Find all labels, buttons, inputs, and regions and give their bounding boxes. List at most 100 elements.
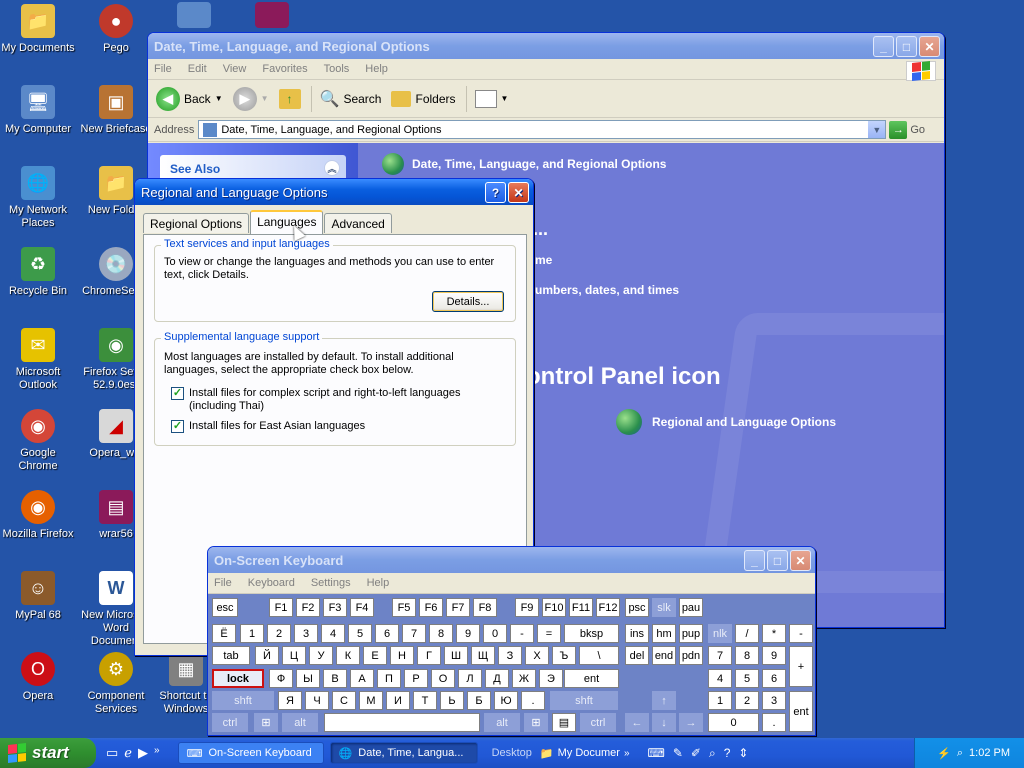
menu-help[interactable]: Help	[367, 577, 390, 589]
tab-languages[interactable]: Languages	[250, 210, 324, 234]
key-/[interactable]: /	[735, 624, 759, 643]
search-icon[interactable]: ⌕	[709, 746, 716, 761]
close-button[interactable]: ✕	[790, 550, 811, 571]
key-9[interactable]: 9	[456, 624, 480, 643]
my-documents-toolbar[interactable]: 📁 My Documer »	[540, 747, 630, 760]
key-lock[interactable]: lock	[212, 669, 264, 688]
key-ent[interactable]: ent	[789, 691, 813, 732]
menu-file[interactable]: File	[154, 63, 172, 75]
clock[interactable]: 1:02 PM	[969, 747, 1010, 759]
key-←[interactable]: ←	[625, 713, 649, 732]
key-pup[interactable]: pup	[679, 624, 703, 643]
desktop-icon-pego[interactable]: ● Pego	[78, 4, 154, 55]
key-О[interactable]: О	[431, 669, 455, 688]
key-Ъ[interactable]: Ъ	[552, 646, 576, 665]
desktop-icon-opera[interactable]: O Opera	[0, 652, 76, 703]
key-А[interactable]: А	[350, 669, 374, 688]
search-tray-icon[interactable]: ⌕	[957, 747, 963, 760]
key-↓[interactable]: ↓	[652, 713, 676, 732]
desktop-icon-new-briefcase[interactable]: ▣ New Briefcase	[78, 85, 154, 136]
key-F12[interactable]: F12	[596, 598, 620, 617]
key-F6[interactable]: F6	[419, 598, 443, 617]
menu-settings[interactable]: Settings	[311, 577, 351, 589]
key-Й[interactable]: Й	[255, 646, 279, 665]
back-button[interactable]: ◀ Back ▼	[156, 86, 223, 111]
tab-advanced[interactable]: Advanced	[324, 213, 392, 233]
address-dropdown-icon[interactable]: ▼	[868, 121, 886, 138]
key-Г[interactable]: Г	[417, 646, 441, 665]
key-alt[interactable]: alt	[282, 713, 318, 732]
key-Я[interactable]: Я	[278, 691, 302, 710]
forward-button[interactable]: ▶ ▼	[232, 86, 269, 111]
key-+[interactable]: +	[789, 646, 813, 687]
menu-key[interactable]: ▤	[552, 713, 576, 732]
key-В[interactable]: В	[323, 669, 347, 688]
complex-script-checkbox[interactable]: ✓ Install files for complex script and r…	[171, 387, 501, 413]
key-9[interactable]: 9	[762, 646, 786, 665]
key-F11[interactable]: F11	[569, 598, 593, 617]
east-asian-checkbox[interactable]: ✓ Install files for East Asian languages	[171, 420, 365, 433]
task-link-numbers[interactable]: umbers, dates, and times	[535, 283, 679, 297]
dialog-titlebar[interactable]: Regional and Language Options ? ✕	[135, 179, 533, 205]
key-7[interactable]: 7	[708, 646, 732, 665]
key-2[interactable]: 2	[267, 624, 291, 643]
minimize-button[interactable]: _	[744, 550, 765, 571]
close-button[interactable]: ✕	[508, 182, 529, 203]
help-icon[interactable]: ?	[724, 746, 731, 761]
task-date-time-options[interactable]: 🌐 Date, Time, Langua...	[329, 742, 478, 764]
key-\[interactable]: \	[579, 646, 619, 665]
key-ent[interactable]: ent	[564, 669, 619, 688]
key-Ш[interactable]: Ш	[444, 646, 468, 665]
tab-regional-options[interactable]: Regional Options	[143, 213, 250, 233]
key-end[interactable]: end	[652, 646, 676, 665]
tool-icon[interactable]: ✎	[673, 746, 683, 761]
close-button[interactable]: ✕	[919, 36, 940, 57]
key--[interactable]: -	[510, 624, 534, 643]
key-pau[interactable]: pau	[679, 598, 703, 617]
key-shft[interactable]: shft	[212, 691, 274, 710]
key-esc[interactable]: esc	[212, 598, 238, 617]
network-tray-icon[interactable]: ⚡	[937, 747, 951, 760]
keyboard-tray-icon[interactable]: ⌨	[648, 746, 665, 761]
key-Ф[interactable]: Ф	[269, 669, 293, 688]
key-shft[interactable]: shft	[550, 691, 618, 710]
task-on-screen-keyboard[interactable]: ⌨ On-Screen Keyboard	[177, 742, 324, 764]
key-F1[interactable]: F1	[269, 598, 293, 617]
key--[interactable]: -	[789, 624, 813, 643]
key-hm[interactable]: hm	[652, 624, 676, 643]
key-F5[interactable]: F5	[392, 598, 416, 617]
key-К[interactable]: К	[336, 646, 360, 665]
views-button[interactable]: ▼	[474, 89, 508, 108]
menu-tools[interactable]: Tools	[324, 63, 350, 75]
desktop-icon-mypal[interactable]: ☺ MyPal 68	[0, 571, 76, 622]
folders-button[interactable]: Folders	[391, 90, 456, 107]
quick-launch-chevron-icon[interactable]: »	[154, 745, 160, 761]
desktop-icon-recycle-bin[interactable]: ♻ Recycle Bin	[0, 247, 76, 298]
key-slk[interactable]: slk	[652, 598, 676, 617]
key-→[interactable]: →	[679, 713, 703, 732]
maximize-button[interactable]: □	[896, 36, 917, 57]
key-Ц[interactable]: Ц	[282, 646, 306, 665]
go-button[interactable]: → Go	[889, 120, 925, 139]
key-bksp[interactable]: bksp	[564, 624, 619, 643]
key-7[interactable]: 7	[402, 624, 426, 643]
desktop-icon-computer-partial[interactable]	[156, 2, 232, 32]
key-6[interactable]: 6	[375, 624, 399, 643]
key-И[interactable]: И	[386, 691, 410, 710]
regional-options-link[interactable]: Regional and Language Options	[616, 409, 836, 435]
maximize-button[interactable]: □	[767, 550, 788, 571]
checkbox-checked-icon[interactable]: ✓	[171, 420, 184, 433]
key-F8[interactable]: F8	[473, 598, 497, 617]
details-button[interactable]: Details...	[432, 291, 504, 312]
internet-explorer-icon[interactable]: ℯ	[124, 745, 132, 761]
menu-help[interactable]: Help	[365, 63, 388, 75]
key-Э[interactable]: Э	[539, 669, 563, 688]
key-alt[interactable]: alt	[484, 713, 520, 732]
key-4[interactable]: 4	[321, 624, 345, 643]
collapse-chevron-icon[interactable]: ︽	[324, 160, 340, 176]
control-panel-titlebar[interactable]: Date, Time, Language, and Regional Optio…	[148, 33, 944, 59]
key-Т[interactable]: Т	[413, 691, 437, 710]
key-0[interactable]: 0	[708, 713, 759, 732]
address-input[interactable]: Date, Time, Language, and Regional Optio…	[198, 120, 887, 139]
menu-view[interactable]: View	[223, 63, 247, 75]
